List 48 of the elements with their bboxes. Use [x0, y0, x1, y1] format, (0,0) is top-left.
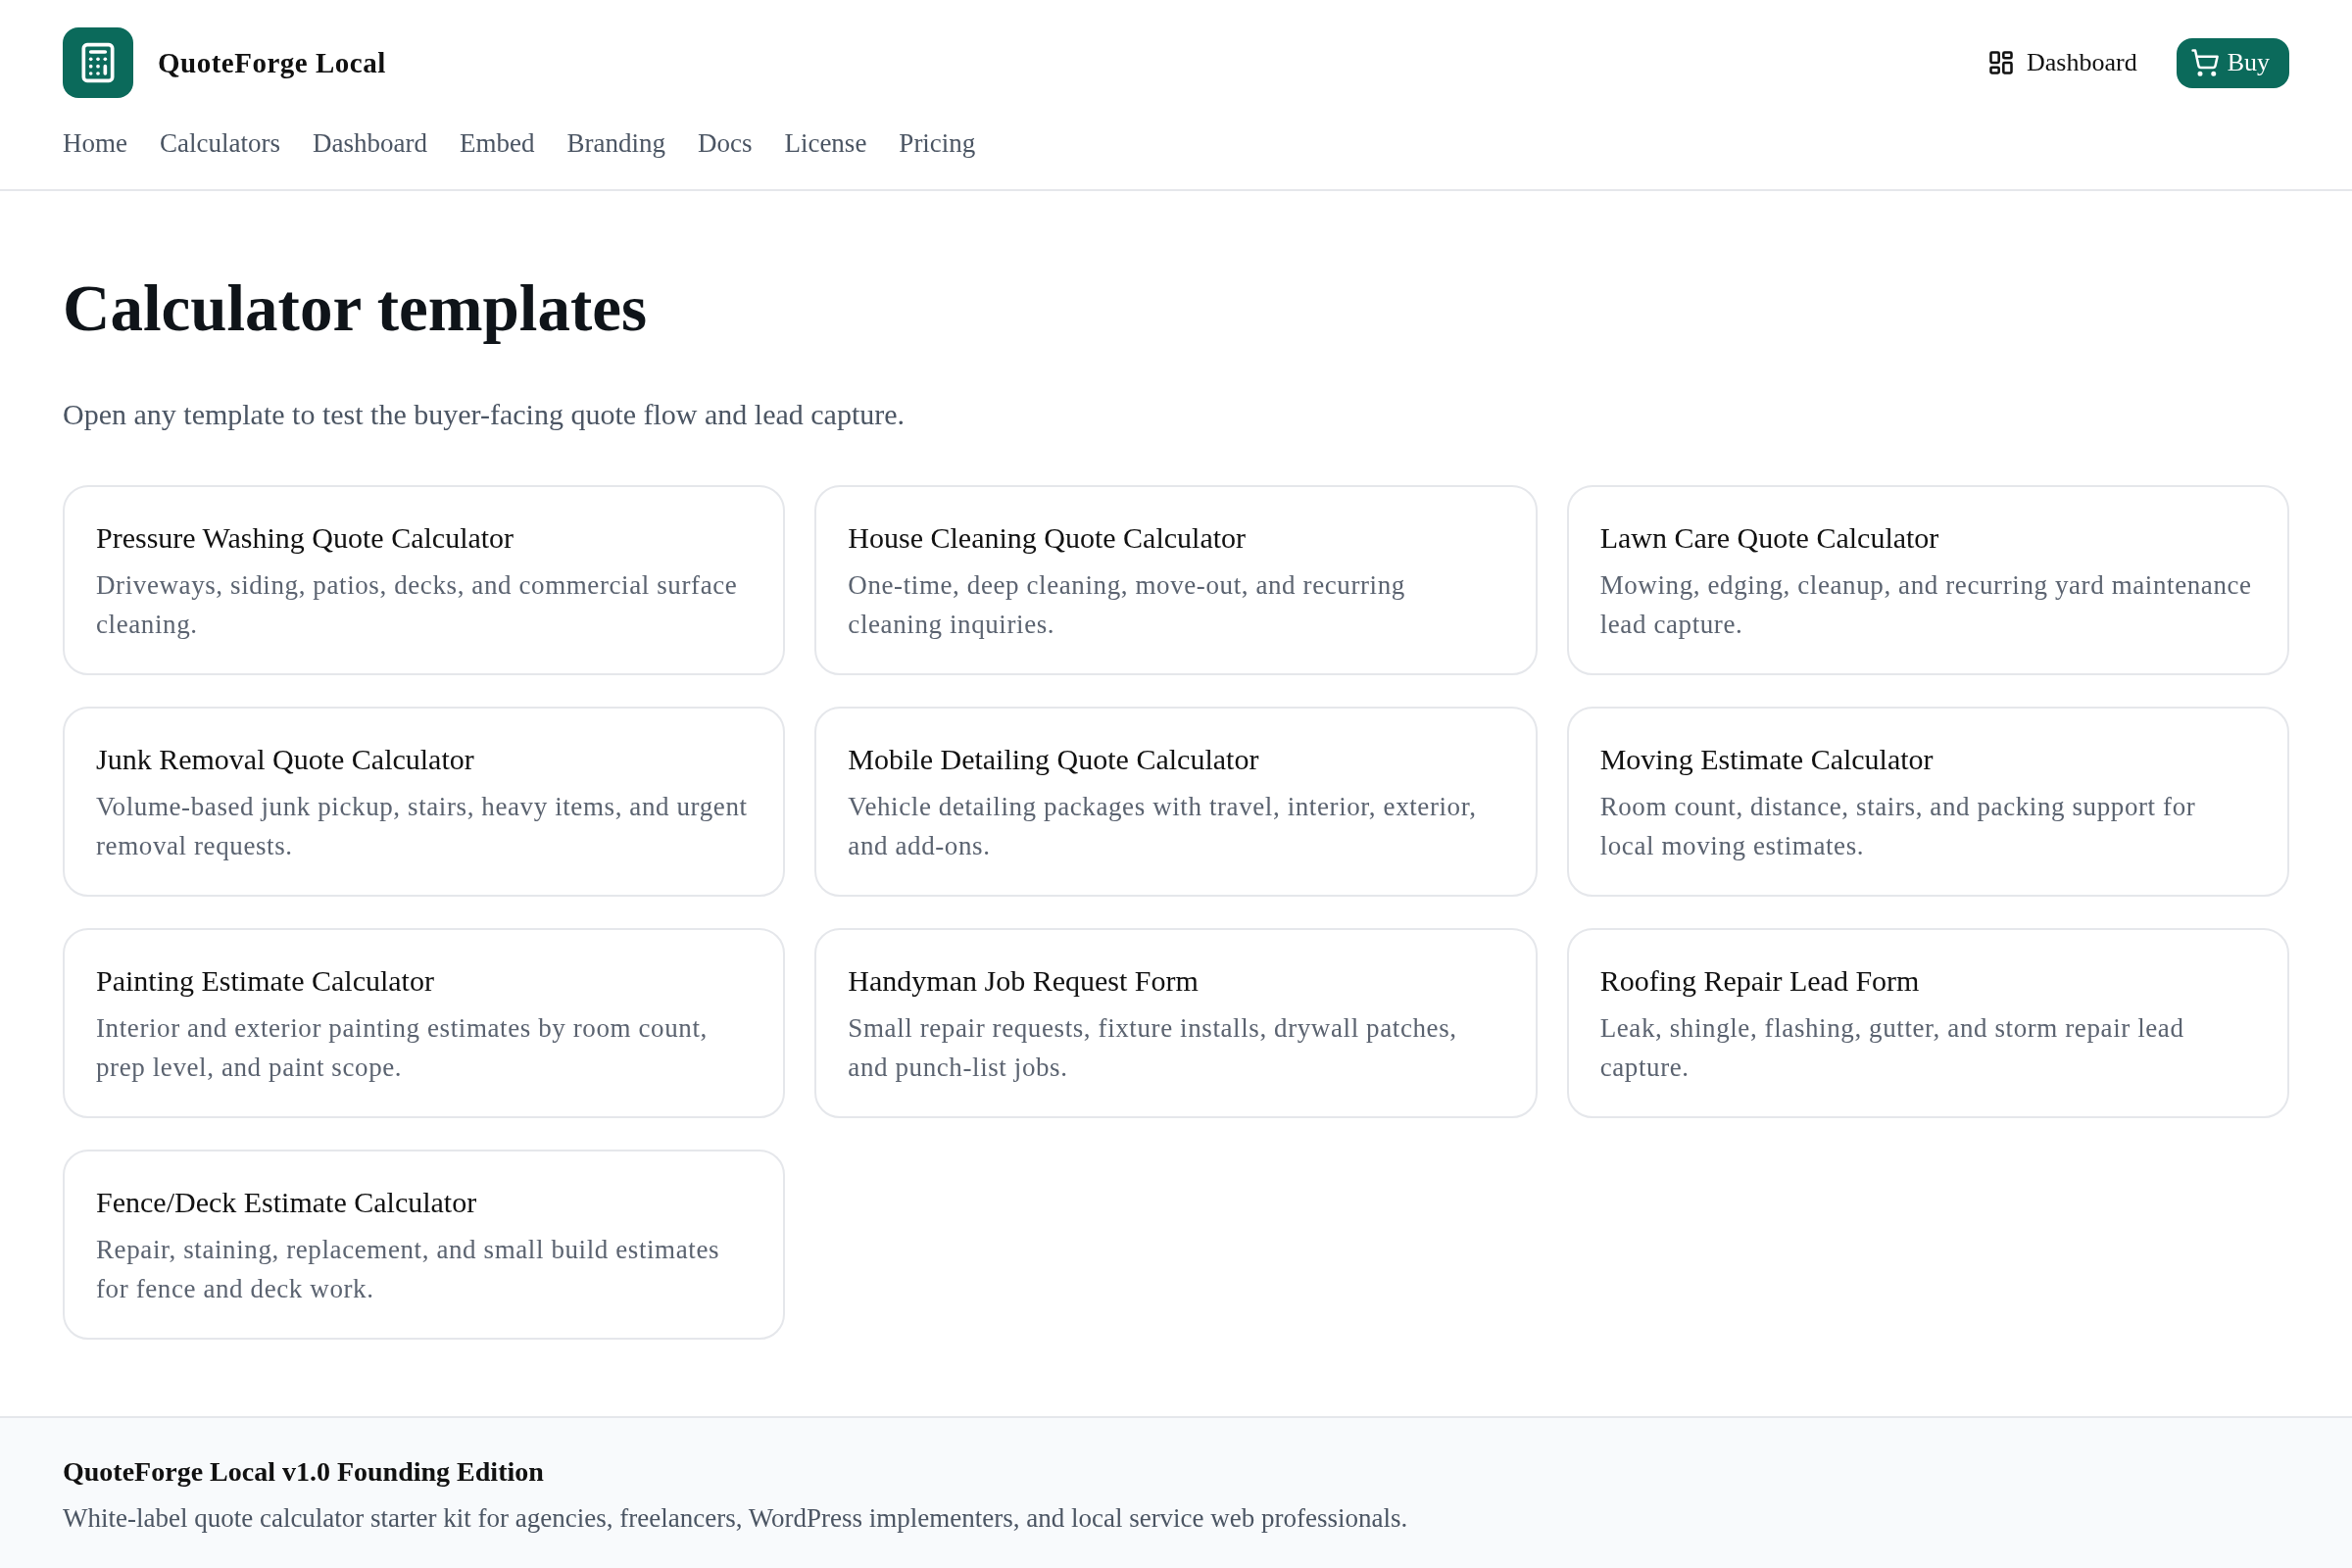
nav-link[interactable]: Pricing	[899, 127, 976, 159]
card-description: Room count, distance, stairs, and packing support for local moving estimates.	[1599, 791, 2197, 862]
page-subtitle: Open any template to test the buyer-facing quote flow and lead capture.	[63, 397, 906, 432]
template-card[interactable]: Roofing Repair Lead Form Leak, shingle, flashing, gutter, and storm repair lead capture.	[1566, 928, 2289, 1118]
card-title: Handyman Job Request Form	[848, 963, 1199, 999]
card-title: Fence/Deck Estimate Calculator	[96, 1185, 477, 1220]
template-card[interactable]: Pressure Washing Quote Calculator Driveways, siding, patios, decks, and commercial surface cleaning.	[63, 485, 786, 675]
card-title: Lawn Care Quote Calculator	[1599, 520, 1939, 556]
card-description: One-time, deep cleaning, move-out, and recurring cleaning inquiries.	[848, 569, 1406, 641]
card-title: Junk Removal Quote Calculator	[96, 742, 474, 777]
cart-icon	[2189, 48, 2220, 77]
card-description: Repair, staining, replacement, and small build estimates for fence and deck work.	[96, 1234, 721, 1305]
nav-link[interactable]: Docs	[697, 127, 753, 159]
nav-link[interactable]: Embed	[459, 127, 535, 159]
template-card[interactable]: Painting Estimate Calculator Interior and exterior painting estimates by room count, prep level, and paint scope.	[63, 928, 786, 1118]
page-title: Calculator templates	[63, 270, 648, 346]
brand-name: QuoteForge Local	[158, 46, 386, 79]
nav-link[interactable]: Dashboard	[312, 127, 427, 159]
card-title: Pressure Washing Quote Calculator	[96, 520, 514, 556]
template-card[interactable]: Lawn Care Quote Calculator Mowing, edging, cleanup, and recurring yard maintenance lead capture.	[1566, 485, 2289, 675]
buy-button[interactable]: Buy	[2176, 37, 2289, 88]
card-title: Mobile Detailing Quote Calculator	[848, 742, 1259, 777]
card-description: Mowing, edging, cleanup, and recurring yard maintenance lead capture.	[1599, 569, 2253, 641]
card-description: Leak, shingle, flashing, gutter, and storm repair lead capture.	[1599, 1012, 2185, 1084]
card-title: Roofing Repair Lead Form	[1599, 963, 1920, 999]
calculator-logo-icon	[63, 27, 133, 98]
card-description: Interior and exterior painting estimates by room count, prep level, and paint scope.	[96, 1012, 709, 1084]
template-card[interactable]: Mobile Detailing Quote Calculator Vehicle detailing packages with travel, interior, exterior, and add-ons.	[814, 707, 1538, 897]
dashboard-link[interactable]: Dashboard	[1987, 48, 2137, 77]
card-description: Driveways, siding, patios, decks, and commercial surface cleaning.	[96, 569, 739, 641]
template-card[interactable]: Junk Removal Quote Calculator Volume-based junk pickup, stairs, heavy items, and urgent removal requests.	[63, 707, 786, 897]
footer-title: QuoteForge Local v1.0 Founding Edition	[63, 1455, 544, 1489]
footer-description: White-label quote calculator starter kit for agencies, freelancers, WordPress implementers, and local service web professionals.	[63, 1502, 1408, 1535]
template-card[interactable]: Moving Estimate Calculator Room count, distance, stairs, and packing support for local moving estimates.	[1566, 707, 2289, 897]
card-description: Volume-based junk pickup, stairs, heavy items, and urgent removal requests.	[96, 791, 749, 862]
card-description: Vehicle detailing packages with travel, interior, exterior, and add-ons.	[848, 791, 1478, 862]
template-card[interactable]: House Cleaning Quote Calculator One-time, deep cleaning, move-out, and recurring cleaning inquiries.	[814, 485, 1538, 675]
template-card[interactable]: Handyman Job Request Form Small repair requests, fixture installs, drywall patches, and punch-list jobs.	[814, 928, 1538, 1118]
card-title: House Cleaning Quote Calculator	[848, 520, 1247, 556]
card-title: Moving Estimate Calculator	[1599, 742, 1934, 777]
card-description: Small repair requests, fixture installs, drywall patches, and punch-list jobs.	[848, 1012, 1458, 1084]
template-card[interactable]: Fence/Deck Estimate Calculator Repair, staining, replacement, and small build estimates for fence and deck work.	[63, 1150, 786, 1340]
nav-link[interactable]: Calculators	[160, 127, 280, 159]
nav-link[interactable]: License	[784, 127, 867, 159]
card-title: Painting Estimate Calculator	[96, 963, 434, 999]
nav-link[interactable]: Home	[63, 127, 127, 159]
dashboard-icon	[1987, 49, 2015, 76]
nav-link[interactable]: Branding	[566, 127, 665, 159]
